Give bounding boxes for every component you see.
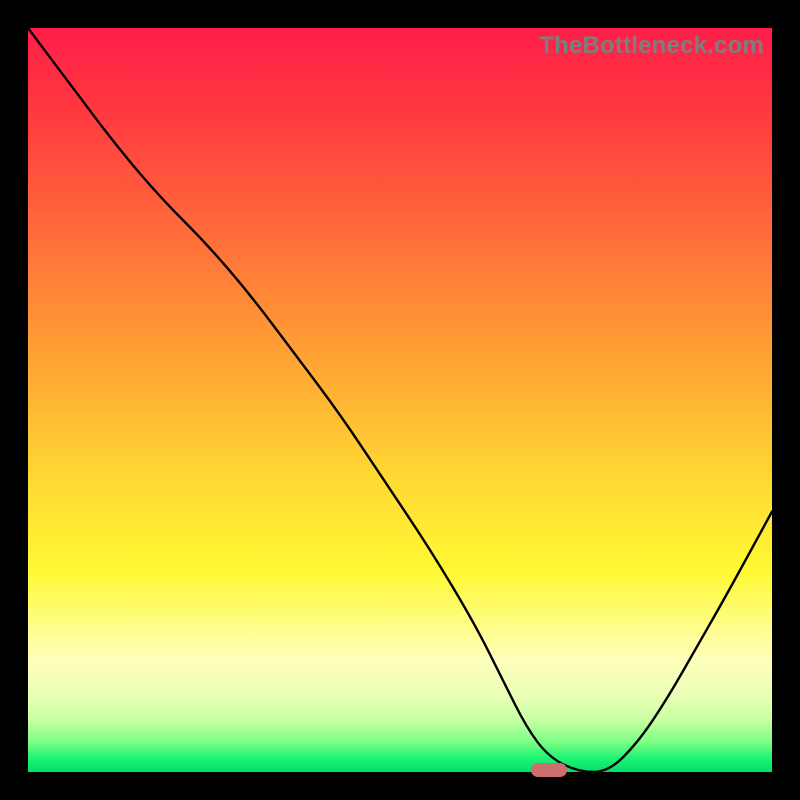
optimal-marker: [531, 763, 567, 777]
plot-area: TheBottleneck.com: [28, 28, 772, 772]
chart-frame: TheBottleneck.com: [0, 0, 800, 800]
curve-path: [28, 28, 772, 772]
bottleneck-curve: [28, 28, 772, 772]
